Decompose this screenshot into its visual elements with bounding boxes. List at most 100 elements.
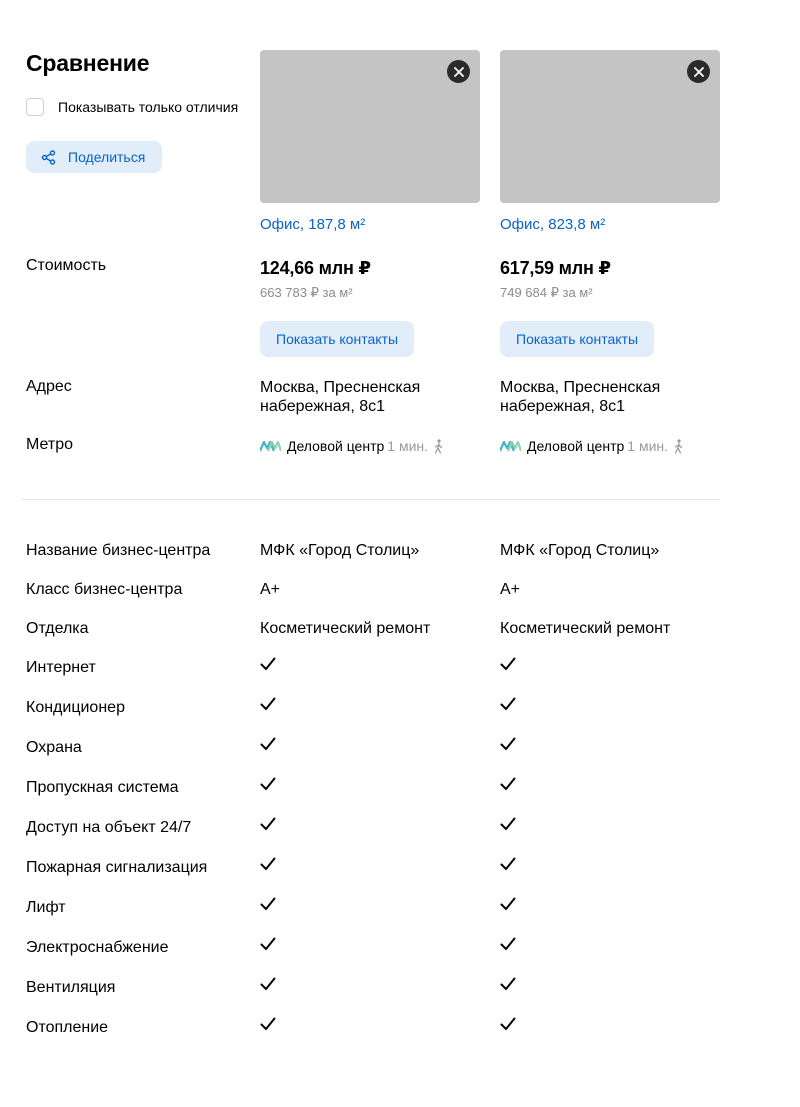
spec-label: Электроснабжение <box>26 939 169 956</box>
price-cell: 617,59 млн ₽ 749 684 ₽ за м² Показать ко… <box>500 256 725 357</box>
check-icon <box>260 657 276 670</box>
offer-title-link[interactable]: Офис, 823,8 м² <box>500 215 720 235</box>
spec-row: Кондиционер <box>0 697 800 722</box>
spec-label: Кондиционер <box>26 699 125 716</box>
spec-label: Пропускная система <box>26 779 179 796</box>
address-row-label: Адрес <box>26 378 72 395</box>
remove-offer-button[interactable] <box>447 60 470 83</box>
address-value: Москва, Пресненская набережная, 8с1 <box>500 379 661 415</box>
close-icon <box>693 66 704 77</box>
spec-row: Интернет <box>0 657 800 682</box>
spec-value: МФК «Город Столиц» <box>500 542 660 559</box>
only-differences-label: Показывать только отличия <box>58 99 239 115</box>
spec-check <box>260 977 485 992</box>
spec-check <box>500 977 725 992</box>
metro-time: 1 мин. <box>387 438 429 454</box>
spec-label: Отделка <box>26 620 89 637</box>
check-icon <box>260 777 276 790</box>
spec-label: Вентиляция <box>26 979 116 996</box>
offer-title-link[interactable]: Офис, 187,8 м² <box>260 215 480 235</box>
spec-row: Отделка Косметический ремонт Косметический… <box>0 619 800 643</box>
remove-offer-button[interactable] <box>687 60 710 83</box>
check-icon <box>260 697 276 710</box>
spec-value: A+ <box>260 581 281 598</box>
metro-station: Деловой центр <box>527 438 625 454</box>
spec-row: Охрана <box>0 737 800 762</box>
spec-label: Доступ на объект 24/7 <box>26 819 192 836</box>
spec-row: Название бизнес-центра МФК «Город Столиц»… <box>0 541 800 565</box>
spec-check <box>500 657 725 672</box>
offer-card-1: Офис, 187,8 м² <box>260 50 480 235</box>
metro-row-label: Метро <box>26 436 73 453</box>
spec-check <box>500 697 725 712</box>
spec-check <box>500 857 725 872</box>
share-label: Поделиться <box>68 149 146 165</box>
price-value: 617,59 млн ₽ <box>500 258 611 278</box>
check-icon <box>500 737 516 750</box>
share-button[interactable]: Поделиться <box>26 141 162 173</box>
walk-icon <box>674 438 683 454</box>
spec-label: Пожарная сигнализация <box>26 859 208 876</box>
only-differences-checkbox[interactable] <box>26 98 44 116</box>
spec-row: Лифт <box>0 897 800 922</box>
metro-icon <box>500 440 521 452</box>
check-icon <box>500 857 516 870</box>
check-icon <box>260 1017 276 1030</box>
check-icon <box>260 937 276 950</box>
spec-label: Лифт <box>26 899 66 916</box>
close-icon <box>453 66 464 77</box>
price-cell: 124,66 млн ₽ 663 783 ₽ за м² Показать ко… <box>260 256 485 357</box>
spec-value: Косметический ремонт <box>260 620 431 637</box>
spec-check <box>260 737 485 752</box>
spec-value: МФК «Город Столиц» <box>260 542 420 559</box>
spec-row: Доступ на объект 24/7 <box>0 817 800 842</box>
price-per-meter: 749 684 ₽ за м² <box>500 285 593 300</box>
spec-label: Название бизнес-центра <box>26 542 211 559</box>
spec-row: Вентиляция <box>0 977 800 1002</box>
spec-check <box>260 1017 485 1032</box>
spec-check <box>260 817 485 832</box>
metro-icon <box>260 440 281 452</box>
spec-label: Интернет <box>26 659 96 676</box>
metro-info: Деловой центр 1 мин. <box>260 437 485 455</box>
spec-row: Класс бизнес-центра A+ A+ <box>0 580 800 604</box>
price-row-label: Стоимость <box>26 257 107 274</box>
spec-check <box>260 937 485 952</box>
spec-check <box>260 657 485 672</box>
spec-row: Пропускная система <box>0 777 800 802</box>
offer-card-2: Офис, 823,8 м² <box>500 50 720 235</box>
check-icon <box>260 817 276 830</box>
spec-check <box>500 937 725 952</box>
spec-row: Пожарная сигнализация <box>0 857 800 882</box>
spec-check <box>500 737 725 752</box>
spec-row: Отопление <box>0 1017 800 1042</box>
spec-label: Охрана <box>26 739 82 756</box>
check-icon <box>500 817 516 830</box>
check-icon <box>500 897 516 910</box>
check-icon <box>260 737 276 750</box>
metro-time: 1 мин. <box>627 438 669 454</box>
check-icon <box>500 937 516 950</box>
address-value: Москва, Пресненская набережная, 8с1 <box>260 379 421 415</box>
show-contacts-button[interactable]: Показать контакты <box>500 321 655 357</box>
only-differences-toggle[interactable]: Показывать только отличия <box>26 96 238 118</box>
check-icon <box>500 697 516 710</box>
spec-value: Косметический ремонт <box>500 620 671 637</box>
spec-label: Отопление <box>26 1019 109 1036</box>
price-value: 124,66 млн ₽ <box>260 258 371 278</box>
offer-photo[interactable] <box>500 50 720 203</box>
offer-photo[interactable] <box>260 50 480 203</box>
section-divider <box>21 499 720 500</box>
spec-check <box>260 777 485 792</box>
check-icon <box>260 977 276 990</box>
check-icon <box>260 857 276 870</box>
spec-check <box>500 1017 725 1032</box>
show-contacts-button[interactable]: Показать контакты <box>260 321 415 357</box>
spec-check <box>500 777 725 792</box>
metro-station: Деловой центр <box>287 438 385 454</box>
spec-value: A+ <box>500 581 521 598</box>
share-icon <box>41 149 56 165</box>
walk-icon <box>434 438 443 454</box>
check-icon <box>500 777 516 790</box>
page-title: Сравнение <box>26 50 150 76</box>
